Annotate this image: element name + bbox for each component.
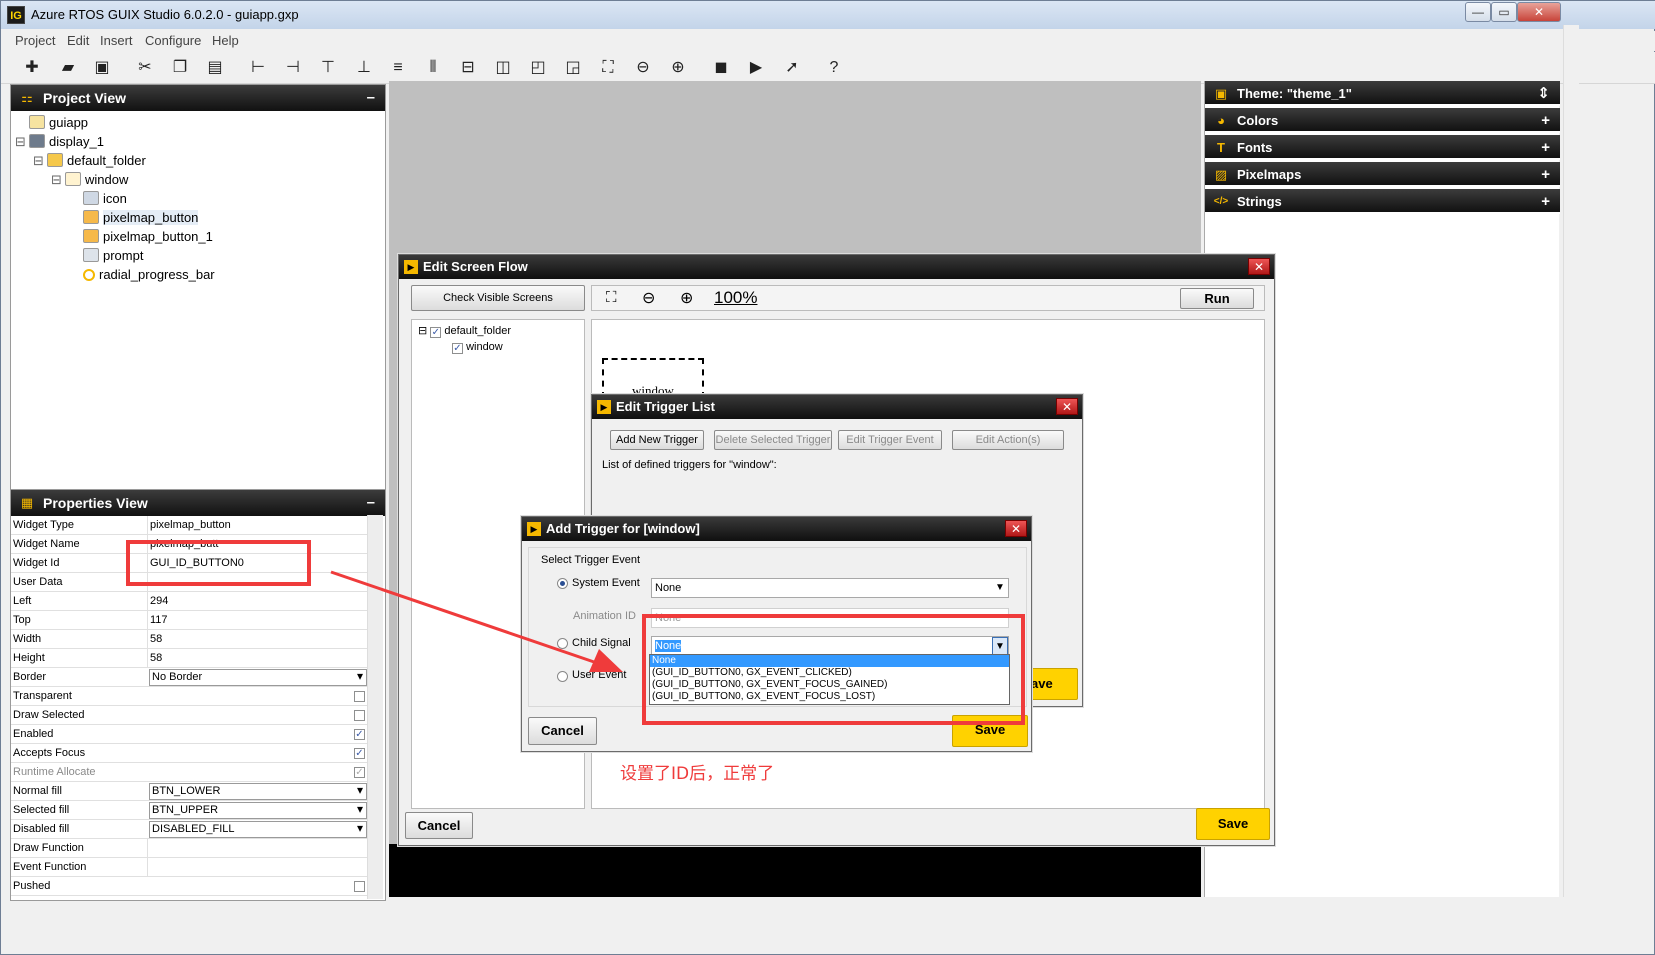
annotation-note: 设置了ID后，正常了 [620, 764, 775, 784]
app-window: IG Azure RTOS GUIX Studio 6.0.2.0 - guia… [0, 0, 1655, 955]
annotation-arrow-layer [330, 570, 623, 672]
annotation-arrow-head [589, 649, 623, 672]
annotation-arrow-line [330, 570, 598, 665]
